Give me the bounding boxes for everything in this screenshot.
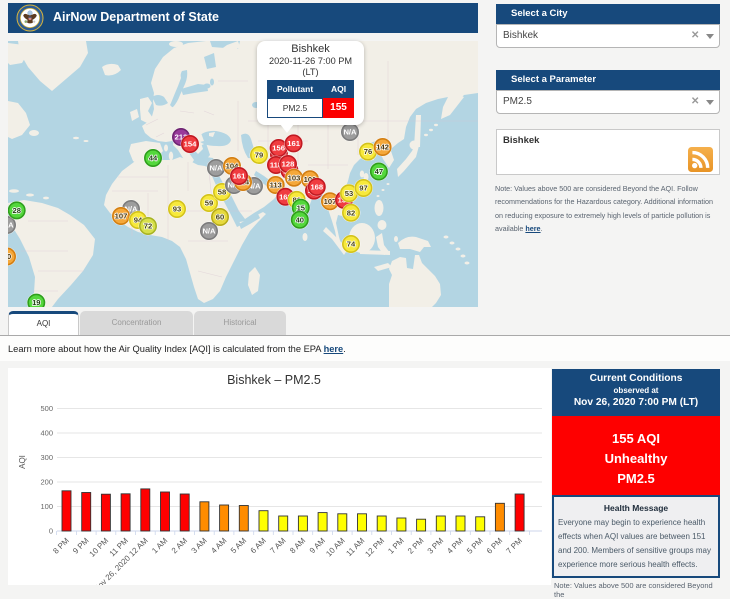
svg-text:500: 500: [40, 404, 53, 413]
svg-text:200: 200: [40, 478, 53, 487]
svg-text:58: 58: [218, 188, 226, 197]
svg-text:74: 74: [347, 240, 356, 249]
svg-text:19: 19: [32, 298, 40, 307]
svg-text:40: 40: [296, 215, 304, 224]
svg-text:128: 128: [282, 160, 295, 169]
svg-text:N/A: N/A: [343, 128, 357, 137]
svg-text:107: 107: [115, 212, 128, 221]
svg-text:44: 44: [149, 154, 158, 163]
svg-text:100: 100: [40, 502, 53, 511]
svg-text:107: 107: [324, 197, 337, 206]
svg-text:161: 161: [233, 172, 246, 181]
svg-text:82: 82: [347, 208, 355, 217]
svg-text:93: 93: [173, 205, 181, 214]
svg-text:400: 400: [40, 429, 53, 438]
svg-text:97: 97: [359, 184, 367, 193]
svg-text:142: 142: [376, 143, 389, 152]
svg-text:47: 47: [375, 167, 383, 176]
svg-text:79: 79: [255, 151, 263, 160]
svg-text:113: 113: [270, 181, 282, 190]
svg-text:154: 154: [184, 140, 197, 149]
svg-text:103: 103: [288, 173, 301, 182]
svg-text:28: 28: [12, 206, 20, 215]
svg-text:Bishkek – PM2.5: Bishkek – PM2.5: [227, 373, 321, 387]
svg-text:76: 76: [364, 147, 372, 156]
svg-text:0: 0: [49, 527, 53, 536]
svg-text:72: 72: [144, 222, 152, 231]
svg-text:AQI: AQI: [18, 455, 27, 469]
svg-text:300: 300: [40, 453, 53, 462]
svg-text:168: 168: [310, 183, 323, 192]
svg-text:161: 161: [287, 139, 300, 148]
svg-text:156: 156: [272, 144, 285, 153]
svg-text:N/A: N/A: [8, 221, 14, 230]
svg-text:53: 53: [345, 189, 353, 198]
svg-text:60: 60: [216, 213, 224, 222]
svg-text:59: 59: [205, 199, 213, 208]
svg-text:10: 10: [8, 252, 11, 261]
svg-text:N/A: N/A: [202, 227, 216, 236]
svg-text:N/A: N/A: [209, 164, 223, 173]
